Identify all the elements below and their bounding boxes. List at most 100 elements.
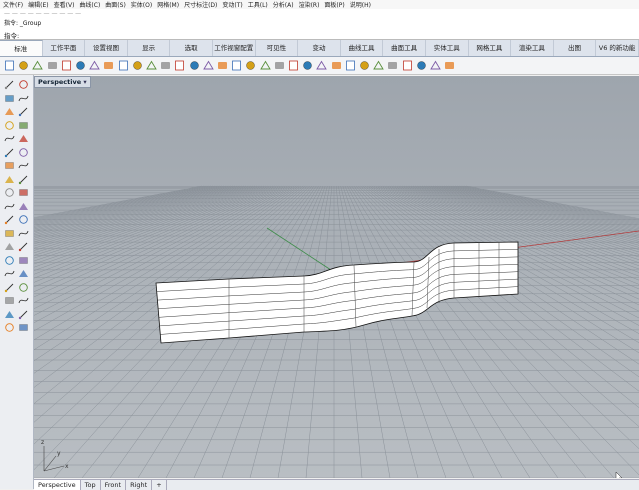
shade-icon[interactable] <box>373 60 384 71</box>
toolbar-tab[interactable]: 可见性 <box>256 40 299 56</box>
options-icon[interactable] <box>430 60 441 71</box>
check-icon[interactable] <box>18 309 29 320</box>
zoom-window-icon[interactable] <box>174 60 185 71</box>
boolean-icon[interactable] <box>4 201 15 212</box>
dimension-icon[interactable] <box>18 295 29 306</box>
loft-icon[interactable] <box>4 174 15 185</box>
wavy-surface[interactable] <box>155 241 519 344</box>
free-curve-icon[interactable] <box>4 147 15 158</box>
zoom-icon[interactable] <box>160 60 171 71</box>
move-icon[interactable] <box>4 255 15 266</box>
menu-item[interactable]: 曲线(C) <box>76 0 102 9</box>
join-icon[interactable] <box>4 241 15 252</box>
menu-item[interactable]: 编辑(E) <box>25 0 50 9</box>
copy-icon[interactable] <box>89 60 100 71</box>
surface-icon[interactable] <box>4 160 15 171</box>
toolbar-tab[interactable]: 工作平面 <box>43 40 86 56</box>
layer-icon[interactable] <box>345 60 356 71</box>
mesh-icon[interactable] <box>18 201 29 212</box>
point-icon[interactable] <box>18 79 29 90</box>
paste-icon[interactable] <box>103 60 114 71</box>
render-icon[interactable] <box>387 60 398 71</box>
toolbar-tab[interactable]: 曲面工具 <box>383 40 426 56</box>
help-icon[interactable] <box>444 60 455 71</box>
ellipse-icon[interactable] <box>18 106 29 117</box>
select-point-icon[interactable] <box>4 79 15 90</box>
print-icon[interactable] <box>47 60 58 71</box>
polygon-icon[interactable] <box>18 133 29 144</box>
explode-icon[interactable] <box>18 241 29 252</box>
paint-icon[interactable] <box>359 60 370 71</box>
viewport-canvas[interactable]: z x y <box>34 76 639 478</box>
perspective-viewport[interactable]: z x y Perspective ▾ <box>34 76 639 478</box>
menu-item[interactable]: 分析(A) <box>270 0 296 9</box>
group-icon[interactable] <box>4 282 15 293</box>
menu-item[interactable]: 文件(F) <box>0 0 25 9</box>
viewport-dropdown-icon[interactable]: ▾ <box>83 78 86 86</box>
split-icon[interactable] <box>18 228 29 239</box>
rotate-icon[interactable] <box>18 255 29 266</box>
object-snap-icon[interactable] <box>288 60 299 71</box>
pan-icon[interactable] <box>132 60 143 71</box>
import-icon[interactable] <box>61 60 72 71</box>
grid-icon[interactable] <box>245 60 256 71</box>
cut-icon[interactable] <box>75 60 86 71</box>
toolbar-tab[interactable]: 标准 <box>0 40 43 56</box>
menu-item[interactable]: 实体(O) <box>128 0 154 9</box>
array-icon[interactable] <box>18 214 29 225</box>
toolbar-tab[interactable]: 设置视图 <box>85 40 128 56</box>
circle-icon[interactable] <box>4 106 15 117</box>
toolbar-tab[interactable]: V6 的新功能 <box>596 40 639 56</box>
toolbar-tab[interactable]: 出图 <box>554 40 597 56</box>
material-icon[interactable] <box>402 60 413 71</box>
toolbar-tab[interactable]: 曲线工具 <box>341 40 384 56</box>
menu-item[interactable]: 工具(L) <box>245 0 270 9</box>
trim-icon[interactable] <box>4 228 15 239</box>
text-icon[interactable] <box>4 295 15 306</box>
line-icon[interactable] <box>18 93 29 104</box>
lights-icon[interactable] <box>4 322 15 333</box>
move-view-icon[interactable] <box>146 60 157 71</box>
fillet-icon[interactable] <box>18 147 29 158</box>
toolbar-tab[interactable]: 显示 <box>128 40 171 56</box>
menu-item[interactable]: 网格(M) <box>154 0 181 9</box>
toolbar-tab[interactable]: 变动 <box>298 40 341 56</box>
lightbulb-icon[interactable] <box>331 60 342 71</box>
toolbar-tab[interactable]: 实体工具 <box>426 40 469 56</box>
command-prompt[interactable]: 指令: <box>0 29 639 40</box>
new-file-icon[interactable] <box>4 60 15 71</box>
toolbar-tab[interactable]: 渲染工具 <box>511 40 554 56</box>
revolve-icon[interactable] <box>18 174 29 185</box>
offset-icon[interactable] <box>18 268 29 279</box>
undo-icon[interactable] <box>118 60 129 71</box>
curve-icon[interactable] <box>4 133 15 144</box>
menu-item[interactable]: 曲面(S) <box>102 0 128 9</box>
arc-icon[interactable] <box>4 120 15 131</box>
rectangle-icon[interactable] <box>18 120 29 131</box>
rotate-view-icon[interactable] <box>217 60 228 71</box>
menu-item[interactable]: 面板(P) <box>321 0 346 9</box>
paint-bucket-icon[interactable] <box>18 322 29 333</box>
zoom-extents-icon[interactable] <box>189 60 200 71</box>
four-viewports-icon[interactable] <box>231 60 242 71</box>
menu-item[interactable]: 变动(T) <box>219 0 244 9</box>
zoom-selected-icon[interactable] <box>203 60 214 71</box>
sphere-icon[interactable] <box>416 60 427 71</box>
cplane-icon[interactable] <box>274 60 285 71</box>
car-icon[interactable] <box>259 60 271 71</box>
mirror-icon[interactable] <box>4 214 15 225</box>
save-icon[interactable] <box>32 60 44 71</box>
extrude-icon[interactable] <box>18 160 29 171</box>
ungroup-icon[interactable] <box>18 282 29 293</box>
menu-item[interactable]: 尺寸标注(D) <box>181 0 219 9</box>
select-icon[interactable] <box>302 60 313 71</box>
open-icon[interactable] <box>18 60 29 71</box>
blend-icon[interactable] <box>4 309 15 320</box>
polyline-icon[interactable] <box>4 93 15 104</box>
properties-icon[interactable] <box>316 60 328 71</box>
toolbar-tab[interactable]: 选取 <box>170 40 213 56</box>
toolbar-tab[interactable]: 网格工具 <box>469 40 512 56</box>
viewport-title[interactable]: Perspective ▾ <box>34 76 91 88</box>
scale-icon[interactable] <box>4 268 15 279</box>
menu-item[interactable]: 说明(H) <box>347 0 373 9</box>
